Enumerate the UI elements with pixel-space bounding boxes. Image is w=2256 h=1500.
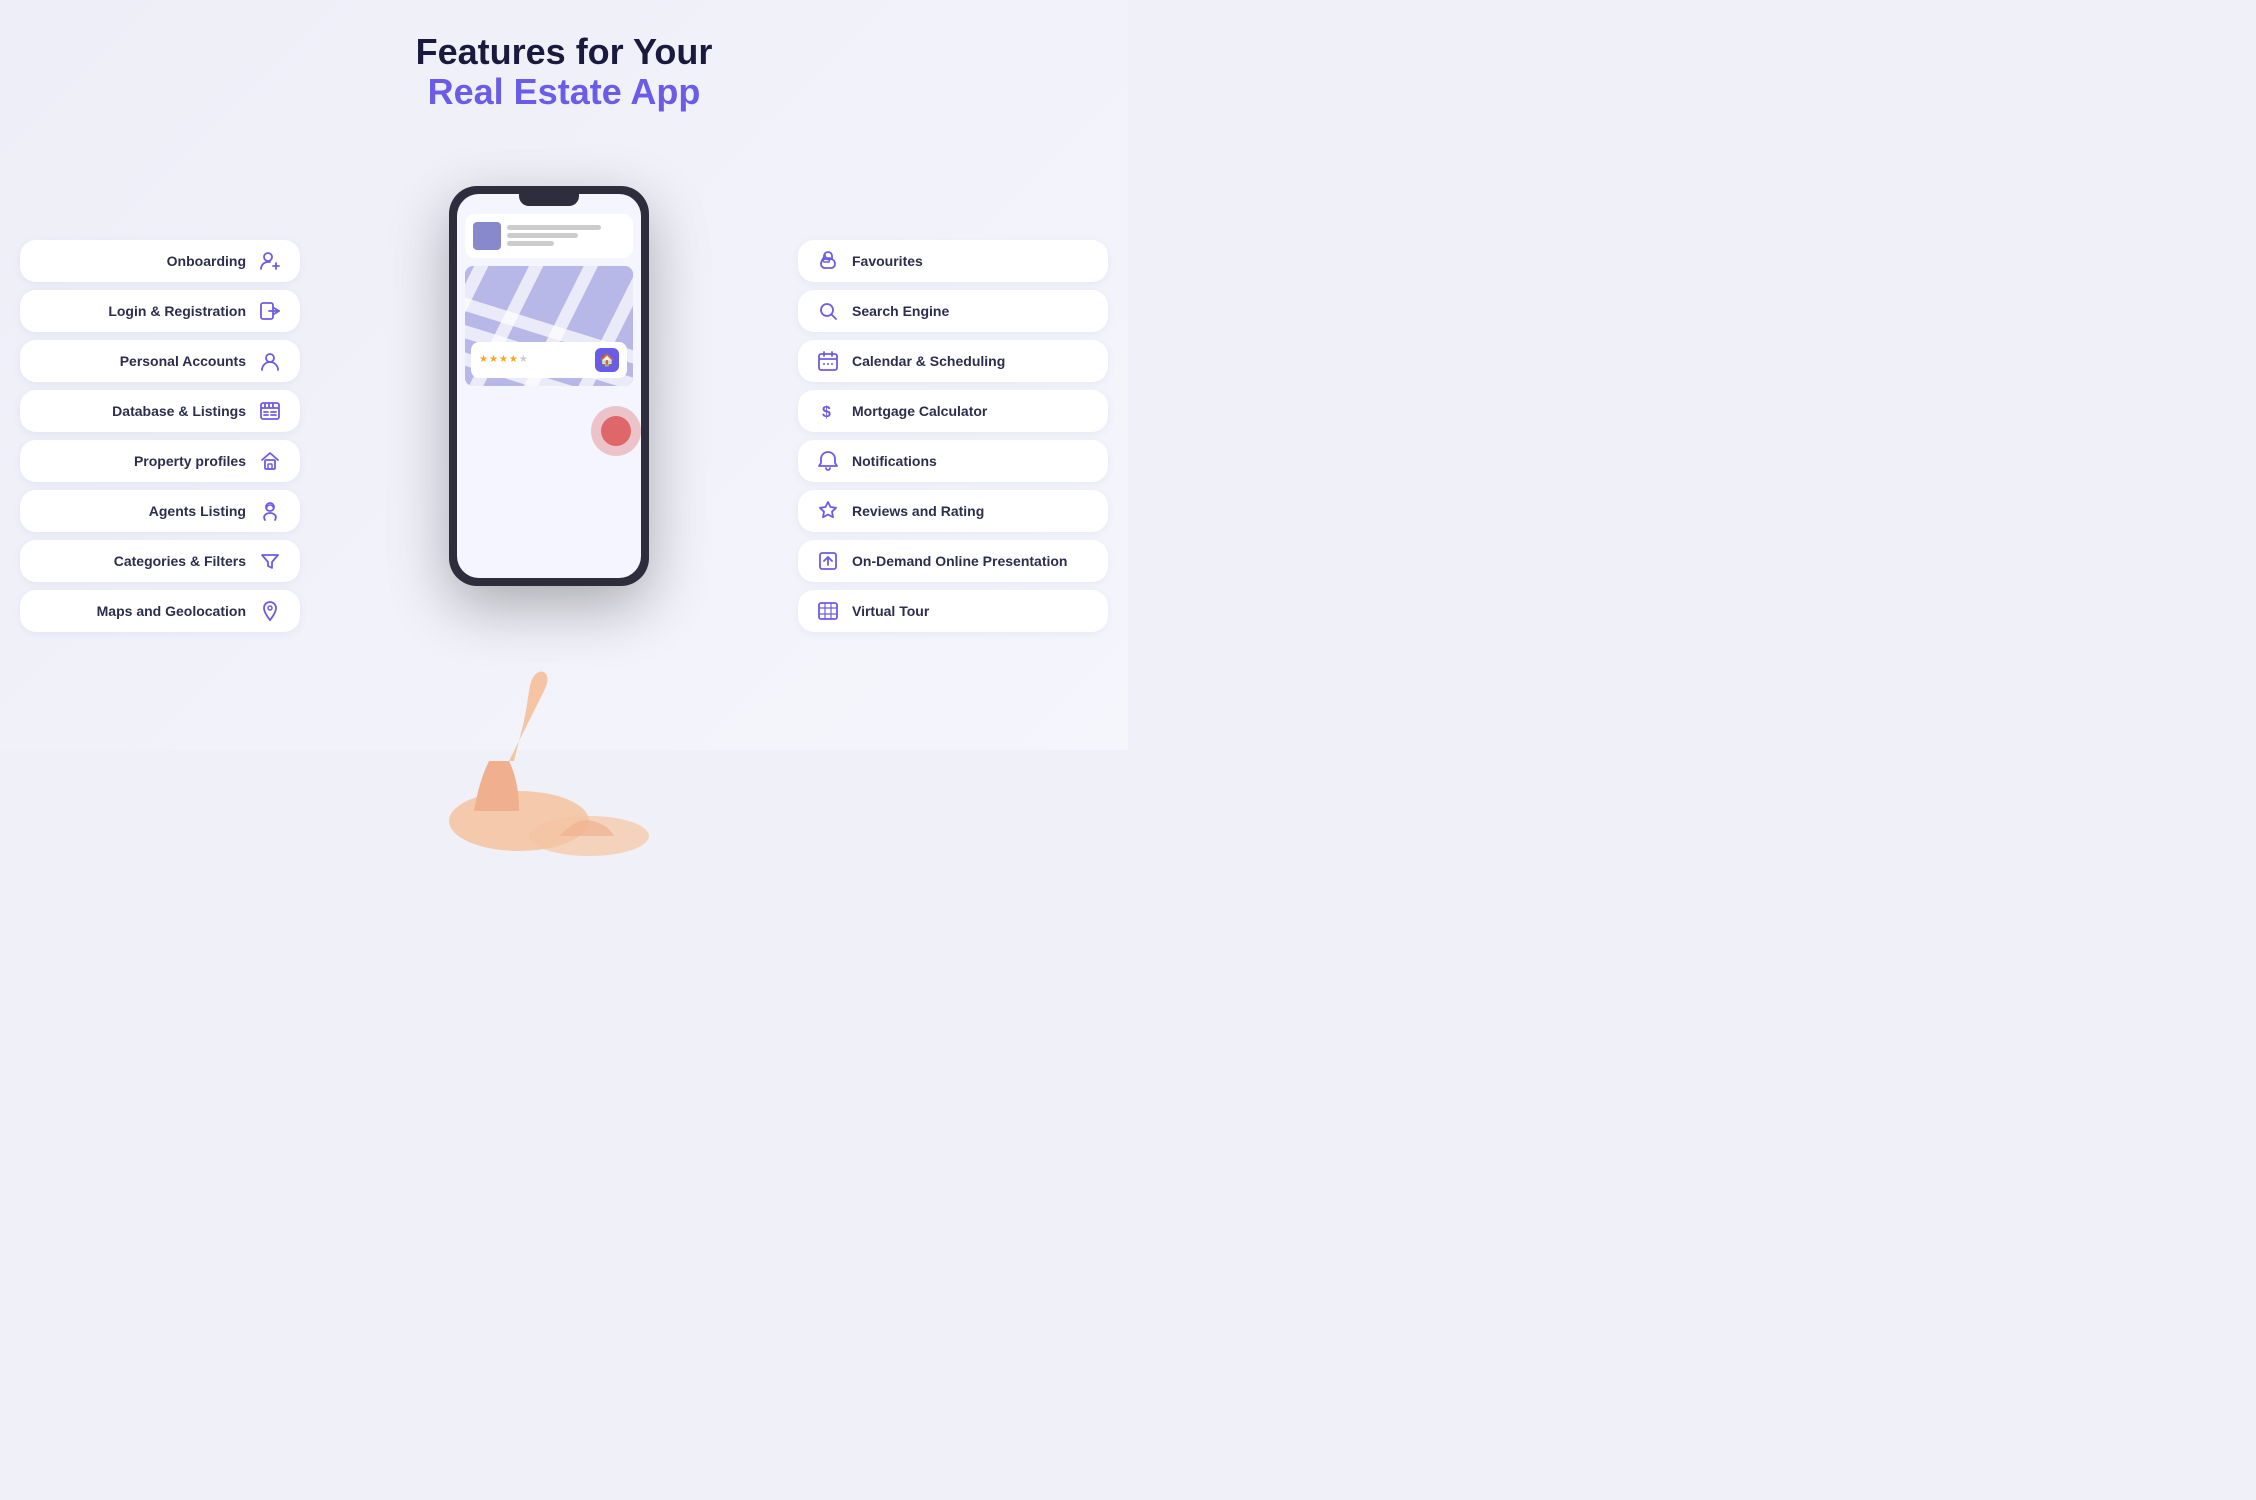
svg-text:$: $ [822,404,831,421]
touch-outer-circle [591,406,641,456]
database-icon [256,400,284,422]
touch-inner-circle [601,416,631,446]
feature-virtual-tour: Virtual Tour [798,590,1108,632]
feature-search-engine: Search Engine [798,290,1108,332]
feature-label-calendar-scheduling: Calendar & Scheduling [852,353,1092,369]
screen-card-thumbnail [473,222,501,250]
online-presentation-icon [814,550,842,572]
notifications-icon [814,450,842,472]
feature-online-presentation: On-Demand Online Presentation [798,540,1108,582]
feature-property-profiles: Property profiles [20,440,300,482]
reviews-rating-icon [814,500,842,522]
feature-label-property-profiles: Property profiles [36,453,246,469]
feature-maps-geolocation: Maps and Geolocation [20,590,300,632]
right-features-list: Favourites Search Engine [798,240,1108,632]
feature-label-reviews-rating: Reviews and Rating [852,503,1092,519]
map-listing-popup: ★ ★ ★ ★ ★ 🏠 [471,342,627,378]
mortgage-calculator-icon: $ [814,400,842,422]
feature-agents-listing: Agents Listing [20,490,300,532]
feature-categories-filters: Categories & Filters [20,540,300,582]
feature-label-personal-accounts: Personal Accounts [36,353,246,369]
feature-personal-accounts: Personal Accounts [20,340,300,382]
feature-label-login: Login & Registration [36,303,246,319]
maps-geolocation-icon [256,600,284,622]
hands-svg [389,661,709,861]
home-badge-icon: 🏠 [595,348,619,372]
content-area: Onboarding Login & Registration [0,121,1128,750]
feature-login: Login & Registration [20,290,300,332]
login-icon [256,300,284,322]
feature-mortgage-calculator: $ Mortgage Calculator [798,390,1108,432]
star-4: ★ [509,354,518,365]
feature-label-database: Database & Listings [36,403,246,419]
feature-label-maps-geolocation: Maps and Geolocation [36,603,246,619]
page: Features for Your Real Estate App Onboar… [0,0,1128,750]
feature-label-online-presentation: On-Demand Online Presentation [852,553,1092,569]
feature-notifications: Notifications [798,440,1108,482]
feature-label-agents-listing: Agents Listing [36,503,246,519]
feature-favourites: Favourites [798,240,1108,282]
header: Features for Your Real Estate App [416,32,713,111]
virtual-tour-icon [814,600,842,622]
onboarding-icon [256,250,284,272]
title-line1: Features for Your [416,32,713,72]
feature-database: Database & Listings [20,390,300,432]
screen-card-text [507,225,625,246]
feature-label-favourites: Favourites [852,253,1092,269]
left-features-list: Onboarding Login & Registration [20,240,300,632]
star-3: ★ [499,354,508,365]
star-1: ★ [479,354,488,365]
property-profiles-icon [256,450,284,472]
feature-label-categories-filters: Categories & Filters [36,553,246,569]
star-5: ★ [519,354,528,365]
calendar-scheduling-icon [814,350,842,372]
phone-screen-content: ★ ★ ★ ★ ★ 🏠 [457,206,641,578]
phone-notch [519,194,579,206]
search-engine-icon [814,300,842,322]
screen-line-1 [507,225,601,230]
star-rating: ★ ★ ★ ★ ★ [479,354,528,365]
personal-accounts-icon [256,350,284,372]
feature-calendar-scheduling: Calendar & Scheduling [798,340,1108,382]
phone-screen: ★ ★ ★ ★ ★ 🏠 [457,194,641,578]
feature-reviews-rating: Reviews and Rating [798,490,1108,532]
favourites-icon [814,250,842,272]
feature-label-search-engine: Search Engine [852,303,1092,319]
hands-illustration [389,661,709,866]
feature-onboarding: Onboarding [20,240,300,282]
phone-mockup: ★ ★ ★ ★ ★ 🏠 [399,186,699,686]
screen-line-3 [507,241,554,246]
title-line2: Real Estate App [416,72,713,112]
touch-indicator [457,406,641,456]
screen-listing-card [465,214,633,258]
screen-map: ★ ★ ★ ★ ★ 🏠 [465,266,633,386]
star-2: ★ [489,354,498,365]
agents-listing-icon [256,500,284,522]
feature-label-onboarding: Onboarding [36,253,246,269]
feature-label-notifications: Notifications [852,453,1092,469]
categories-filters-icon [256,550,284,572]
feature-label-mortgage-calculator: Mortgage Calculator [852,403,1092,419]
screen-line-2 [507,233,578,238]
feature-label-virtual-tour: Virtual Tour [852,603,1092,619]
phone-body: ★ ★ ★ ★ ★ 🏠 [449,186,649,586]
